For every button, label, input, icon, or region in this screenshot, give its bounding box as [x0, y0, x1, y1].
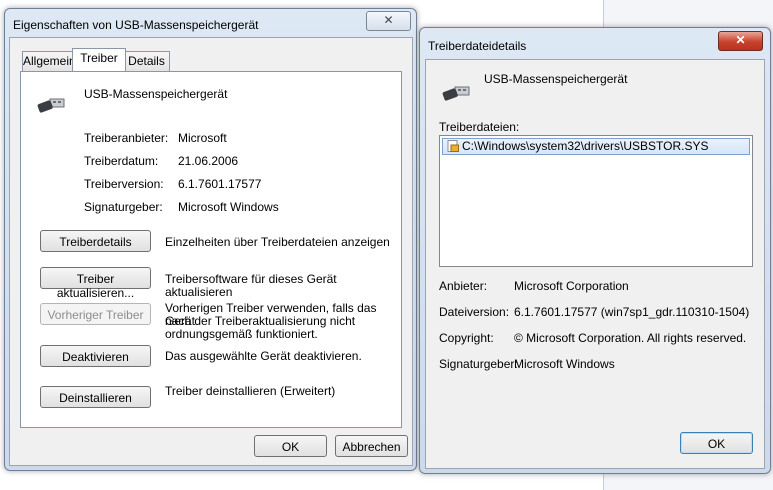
- field-value-details-signer: Microsoft Windows: [514, 357, 615, 371]
- field-label-vendor: Anbieter:: [439, 279, 488, 293]
- field-label-version: Treiberversion:: [84, 177, 164, 191]
- field-value-vendor: Microsoft Corporation: [514, 279, 629, 293]
- rollback-driver-button[interactable]: Vorheriger Treiber: [40, 303, 151, 325]
- driver-file-details-dialog: Treiberdateidetails ✕ USB-Massenspeicher…: [419, 27, 771, 474]
- uninstall-driver-desc: Treiber deinstallieren (Erweitert): [165, 384, 336, 398]
- uninstall-driver-button[interactable]: Deinstallieren: [40, 386, 151, 408]
- properties-client: Allgemein Treiber Details USB-Massenspei…: [9, 37, 413, 466]
- update-driver-desc: Treibersoftware für dieses Gerät aktuali…: [165, 272, 337, 299]
- update-driver-button[interactable]: Treiber aktualisieren...: [40, 267, 151, 300]
- details-client: USB-Massenspeichergerät Treiberdateien: …: [425, 59, 765, 469]
- details-close-button[interactable]: ✕: [718, 31, 763, 51]
- device-name: USB-Massenspeichergerät: [84, 87, 228, 101]
- driver-tab-panel: USB-Massenspeichergerät Treiberanbieter:…: [20, 71, 402, 428]
- field-label-date: Treiberdatum:: [84, 154, 159, 168]
- disable-device-desc: Das ausgewählte Gerät deaktivieren.: [165, 349, 362, 363]
- properties-title: Eigenschaften von USB-Massenspeichergerä…: [13, 18, 259, 32]
- field-label-details-signer: Signaturgeber:: [439, 357, 518, 371]
- system-file-icon: [447, 140, 459, 152]
- details-ok-button[interactable]: OK: [680, 432, 753, 454]
- properties-dialog: Eigenschaften von USB-Massenspeichergerä…: [4, 8, 417, 471]
- field-value-file-version: 6.1.7601.17577 (win7sp1_gdr.110310-1504): [514, 305, 750, 319]
- tab-treiber[interactable]: Treiber: [72, 48, 126, 71]
- field-value-date: 21.06.2006: [178, 154, 239, 168]
- list-item[interactable]: C:\Windows\system32\drivers\USBSTOR.SYS: [442, 138, 750, 155]
- details-device-name: USB-Massenspeichergerät: [484, 72, 628, 86]
- field-value-version: 6.1.7601.17577: [178, 177, 262, 191]
- disable-device-button[interactable]: Deaktivieren: [40, 345, 151, 367]
- field-label-file-version: Dateiversion:: [439, 305, 510, 319]
- driver-file-path: C:\Windows\system32\drivers\USBSTOR.SYS: [462, 139, 709, 153]
- close-button[interactable]: ✕: [366, 11, 411, 31]
- tab-allgemein[interactable]: Allgemein: [22, 51, 76, 71]
- field-value-provider: Microsoft: [178, 131, 227, 145]
- driver-details-button[interactable]: Treiberdetails: [40, 230, 151, 252]
- field-value-signer: Microsoft Windows: [178, 200, 279, 214]
- field-label-signer: Signaturgeber:: [84, 200, 163, 214]
- field-label-provider: Treiberanbieter:: [84, 131, 169, 145]
- cancel-button[interactable]: Abbrechen: [335, 435, 408, 457]
- field-label-copyright: Copyright:: [439, 331, 494, 345]
- driver-files-label: Treiberdateien:: [439, 120, 520, 134]
- details-title: Treiberdateidetails: [428, 39, 527, 53]
- tab-details[interactable]: Details: [123, 51, 170, 71]
- ok-button[interactable]: OK: [254, 435, 327, 457]
- usb-plug-icon: [442, 86, 470, 101]
- driver-details-desc: Einzelheiten über Treiberdateien anzeige…: [165, 235, 390, 249]
- driver-files-list[interactable]: C:\Windows\system32\drivers\USBSTOR.SYS: [439, 135, 753, 267]
- rollback-driver-desc-3: ordnungsgemäß funktioniert.: [165, 327, 318, 341]
- usb-plug-icon: [37, 98, 65, 113]
- field-value-copyright: © Microsoft Corporation. All rights rese…: [514, 331, 747, 345]
